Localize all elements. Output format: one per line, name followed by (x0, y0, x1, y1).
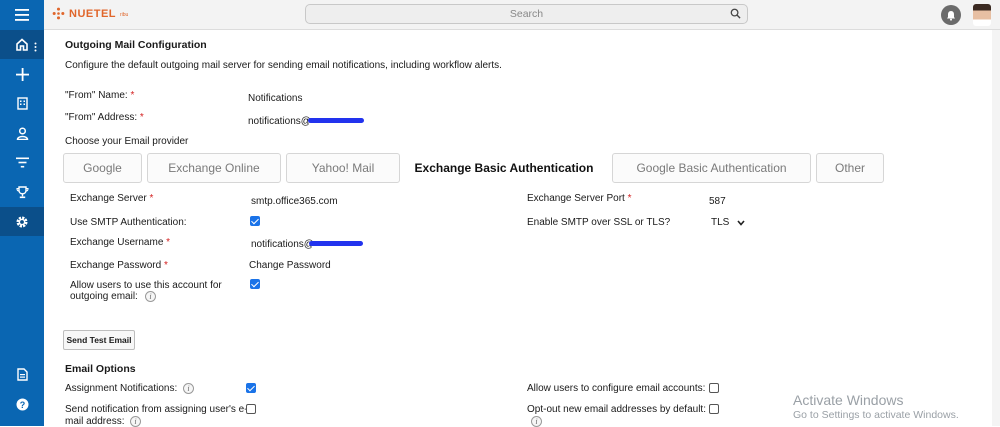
main-content: Outgoing Mail Configuration Configure th… (44, 30, 1000, 427)
home-icon (16, 38, 28, 51)
provider-google-basic-button[interactable]: Google Basic Authentication (612, 153, 811, 183)
windows-watermark-title: Activate Windows (793, 392, 904, 408)
sidebar-item-add[interactable] (0, 60, 44, 89)
from-address-value[interactable]: notifications@ (248, 116, 311, 127)
info-icon[interactable]: i (145, 291, 156, 302)
provider-exchange-basic-button[interactable]: Exchange Basic Authentication (404, 153, 604, 183)
allow-users-checkbox[interactable] (250, 279, 260, 289)
exchange-password-label: Exchange Password * (70, 260, 168, 271)
top-bar: NUETEL ribu Search (0, 0, 1000, 30)
redaction-scribble (308, 118, 364, 123)
from-address-label: "From" Address: * (65, 112, 144, 123)
exchange-server-label: Exchange Server * (70, 193, 154, 204)
sidebar: ? (0, 30, 44, 426)
notifications-button[interactable] (941, 5, 961, 25)
provider-yahoo-button[interactable]: Yahoo! Mail (286, 153, 400, 183)
smtp-auth-label: Use SMTP Authentication: (70, 217, 187, 228)
filter-icon (15, 157, 29, 168)
allow-users-label-line2: outgoing email: (70, 291, 138, 302)
sidebar-item-home[interactable] (0, 30, 44, 59)
exchange-port-label: Exchange Server Port * (527, 193, 632, 204)
sidebar-item-users[interactable] (0, 119, 44, 148)
scrollbar[interactable] (992, 30, 1000, 426)
svg-text:?: ? (19, 400, 25, 410)
document-icon (16, 368, 28, 381)
send-test-email-button[interactable]: Send Test Email (63, 330, 135, 350)
ssl-tls-label: Enable SMTP over SSL or TLS? (527, 217, 671, 228)
optout-label: Opt-out new email addresses by default: (527, 404, 706, 415)
sidebar-item-filters[interactable] (0, 148, 44, 177)
page-title: Outgoing Mail Configuration (65, 39, 207, 51)
menu-button[interactable] (0, 0, 44, 30)
logo-suffix: ribu (120, 12, 129, 18)
kebab-menu-icon[interactable] (34, 42, 37, 52)
hamburger-icon (15, 9, 29, 21)
assignment-notifications-label: Assignment Notifications: (65, 383, 178, 394)
exchange-server-value[interactable]: smtp.office365.com (251, 196, 338, 207)
building-icon (16, 97, 28, 110)
logo-star-icon (52, 7, 65, 20)
provider-google-button[interactable]: Google (63, 153, 142, 183)
send-from-user-label-line1: Send notification from assigning user's … (65, 404, 248, 415)
chevron-down-icon (737, 219, 745, 226)
plus-icon (15, 68, 29, 81)
from-name-label: "From" Name: * (65, 90, 135, 101)
from-name-value[interactable]: Notifications (248, 93, 302, 104)
search-icon[interactable] (730, 8, 741, 19)
email-options-title: Email Options (65, 363, 136, 375)
info-icon[interactable]: i (130, 416, 141, 427)
ssl-tls-select[interactable]: TLS (711, 217, 745, 228)
assignment-notifications-checkbox[interactable] (246, 383, 256, 393)
send-from-user-label-line2: mail address: (65, 416, 125, 427)
bell-icon (947, 10, 955, 21)
sidebar-item-rewards[interactable] (0, 178, 44, 207)
smtp-auth-checkbox[interactable] (250, 216, 260, 226)
user-icon (16, 127, 28, 140)
help-icon: ? (16, 398, 28, 411)
allow-configure-label: Allow users to configure email accounts: (527, 383, 706, 394)
logo-text: NUETEL (69, 7, 116, 20)
exchange-username-label: Exchange Username * (70, 237, 171, 248)
info-icon[interactable]: i (531, 416, 542, 427)
gear-icon (16, 216, 28, 227)
brand-logo[interactable]: NUETEL ribu (52, 7, 128, 20)
provider-other-button[interactable]: Other (816, 153, 884, 183)
search-input[interactable]: Search (305, 4, 748, 24)
sidebar-item-help[interactable]: ? (0, 390, 44, 419)
page-description: Configure the default outgoing mail serv… (65, 60, 502, 71)
windows-watermark-subtitle: Go to Settings to activate Windows. (793, 409, 959, 421)
exchange-username-value[interactable]: notifications@ (251, 239, 314, 250)
optout-checkbox[interactable] (709, 404, 719, 414)
sidebar-item-organization[interactable] (0, 89, 44, 118)
allow-users-label-line1: Allow users to use this account for (70, 280, 222, 291)
redaction-scribble (309, 241, 363, 246)
provider-exchange-online-button[interactable]: Exchange Online (147, 153, 281, 183)
change-password-link[interactable]: Change Password (249, 260, 331, 271)
info-icon[interactable]: i (183, 383, 194, 394)
sidebar-item-documents[interactable] (0, 360, 44, 389)
provider-label: Choose your Email provider (65, 136, 189, 147)
ssl-tls-selected: TLS (711, 217, 730, 228)
avatar[interactable] (973, 4, 991, 26)
allow-configure-checkbox[interactable] (709, 383, 719, 393)
exchange-port-value[interactable]: 587 (709, 196, 726, 207)
trophy-icon (15, 186, 29, 199)
send-from-user-checkbox[interactable] (246, 404, 256, 414)
sidebar-item-settings[interactable] (0, 207, 44, 236)
search-placeholder: Search (509, 8, 544, 20)
